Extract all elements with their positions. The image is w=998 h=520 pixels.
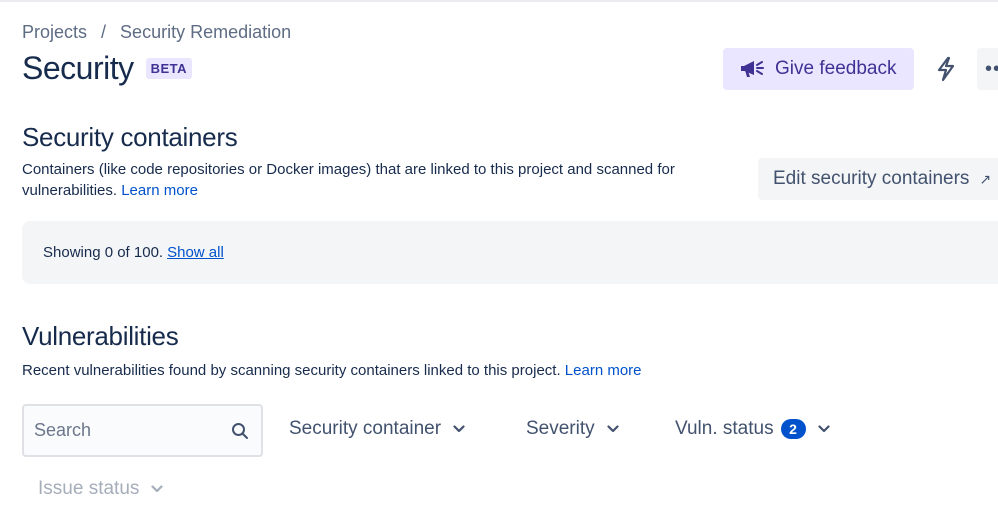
more-actions-button[interactable]: •• — [977, 48, 998, 90]
vuln-status-filter-label: Vuln. status — [675, 418, 774, 440]
chevron-down-icon — [453, 425, 465, 433]
breadcrumb: Projects / Security Remediation — [22, 22, 291, 43]
severity-filter[interactable]: Severity — [526, 418, 619, 440]
vulnerabilities-description: Recent vulnerabilities found by scanning… — [22, 360, 922, 381]
show-all-link[interactable]: Show all — [167, 244, 224, 261]
breadcrumb-projects[interactable]: Projects — [22, 22, 87, 43]
give-feedback-label: Give feedback — [775, 58, 896, 80]
chevron-down-icon — [818, 425, 830, 433]
security-containers-title: Security containers — [22, 122, 237, 153]
automation-button[interactable] — [926, 48, 966, 90]
search-input[interactable] — [34, 420, 214, 441]
severity-filter-label: Severity — [526, 418, 595, 440]
chevron-down-icon — [607, 425, 619, 433]
vulnerabilities-description-text: Recent vulnerabilities found by scanning… — [22, 362, 561, 379]
beta-badge: BETA — [146, 58, 192, 79]
containers-summary-panel: Showing 0 of 100. Show all — [22, 221, 998, 284]
page-header: Security BETA — [22, 50, 192, 87]
give-feedback-button[interactable]: Give feedback — [723, 48, 914, 90]
issue-status-filter[interactable]: Issue status — [38, 478, 163, 500]
edit-security-containers-label: Edit security containers — [773, 168, 969, 190]
security-container-filter-label: Security container — [289, 418, 441, 440]
vuln-status-filter[interactable]: Vuln. status 2 — [675, 418, 830, 440]
page-title: Security — [22, 50, 134, 87]
external-link-icon: ↗ — [979, 171, 991, 188]
security-containers-description-text: Containers (like code repositories or Do… — [22, 161, 675, 199]
security-containers-learn-more-link[interactable]: Learn more — [121, 182, 198, 199]
more-icon: •• — [985, 58, 998, 81]
breadcrumb-separator: / — [101, 22, 106, 43]
megaphone-icon — [739, 57, 767, 81]
top-divider — [0, 0, 998, 2]
vulnerabilities-learn-more-link[interactable]: Learn more — [565, 362, 642, 379]
security-container-filter[interactable]: Security container — [289, 418, 465, 440]
vuln-status-count-badge: 2 — [781, 419, 806, 439]
search-icon — [231, 422, 249, 440]
chevron-down-icon — [151, 485, 163, 493]
search-field — [22, 404, 263, 457]
vulnerabilities-title: Vulnerabilities — [22, 321, 178, 352]
breadcrumb-security-remediation[interactable]: Security Remediation — [120, 22, 291, 43]
containers-count-text: Showing 0 of 100. — [43, 244, 163, 261]
lightning-bolt-icon — [935, 56, 957, 82]
edit-security-containers-button[interactable]: Edit security containers ↗ — [758, 158, 998, 200]
security-containers-description: Containers (like code repositories or Do… — [22, 159, 742, 201]
issue-status-filter-label: Issue status — [38, 478, 139, 500]
